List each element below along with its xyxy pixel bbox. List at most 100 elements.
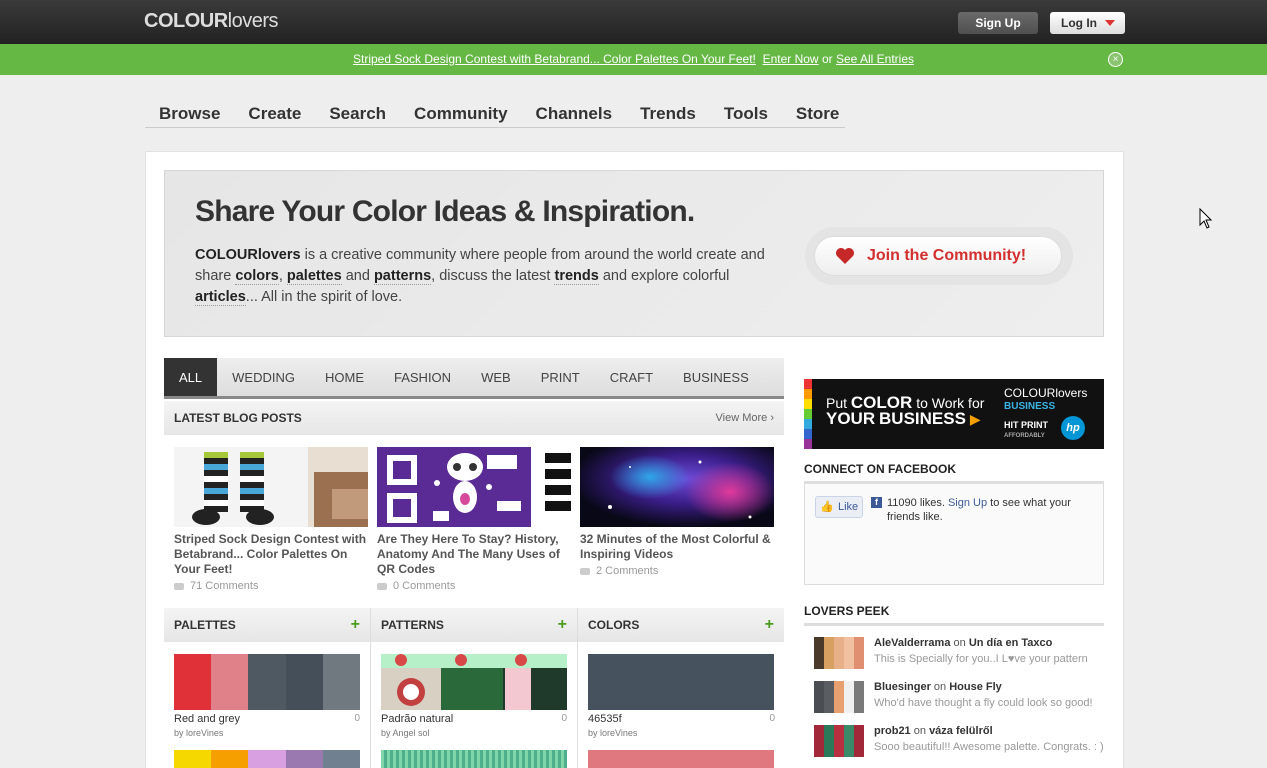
blog-comments[interactable]: 2 Comments bbox=[580, 565, 774, 577]
articles-link[interactable]: articles bbox=[195, 289, 246, 306]
blog-post[interactable]: Striped Sock Design Contest with Betabra… bbox=[174, 447, 368, 592]
facebook-signup-link[interactable]: Sign Up bbox=[948, 497, 987, 509]
pattern-author[interactable]: by Angel sol bbox=[381, 728, 430, 738]
peek-user[interactable]: prob21 on váza felülről bbox=[874, 725, 993, 737]
chevron-down-icon bbox=[1105, 20, 1115, 26]
see-all-entries-link[interactable]: See All Entries bbox=[836, 52, 914, 66]
blog-title[interactable]: 32 Minutes of the Most Colorful & Inspir… bbox=[580, 532, 774, 562]
trends-link[interactable]: trends bbox=[554, 268, 599, 285]
facebook-like-button[interactable]: Like bbox=[815, 496, 863, 518]
color-swatch[interactable] bbox=[588, 654, 774, 710]
tab-wedding[interactable]: WEDDING bbox=[217, 358, 310, 396]
add-color-icon[interactable]: + bbox=[765, 608, 774, 642]
tab-print[interactable]: PRINT bbox=[526, 358, 595, 396]
pattern-swatch-next[interactable] bbox=[381, 750, 567, 768]
patterns-heading: PATTERNS + bbox=[371, 608, 577, 642]
join-wrap: Join the Community! bbox=[805, 227, 1073, 285]
palettes-heading: PALETTES + bbox=[164, 608, 370, 642]
tab-business[interactable]: BUSINESS bbox=[668, 358, 764, 396]
blog-post[interactable]: 32 Minutes of the Most Colorful & Inspir… bbox=[580, 447, 774, 577]
blog-comments[interactable]: 71 Comments bbox=[174, 580, 368, 592]
view-more-link[interactable]: View More › bbox=[716, 401, 774, 435]
palette-swatch-next[interactable] bbox=[174, 750, 361, 768]
peek-thumbnail[interactable] bbox=[814, 637, 864, 669]
heart-icon bbox=[836, 248, 854, 264]
colors-heading: COLORS + bbox=[578, 608, 784, 642]
tab-fashion[interactable]: FASHION bbox=[379, 358, 466, 396]
blog-heading: LATEST BLOG POSTS View More › bbox=[164, 401, 784, 435]
nav-store[interactable]: Store bbox=[782, 100, 853, 127]
peek-thumbnail[interactable] bbox=[814, 681, 864, 713]
comment-count: 0 bbox=[354, 713, 360, 724]
patterns-link[interactable]: patterns bbox=[373, 268, 432, 285]
comment-count: 0 bbox=[561, 713, 567, 724]
facebook-heading: CONNECT ON FACEBOOK bbox=[804, 462, 957, 476]
blog-comments[interactable]: 0 Comments bbox=[377, 580, 571, 592]
peek-message: Sooo beautiful!! Awesome palette. Congra… bbox=[874, 741, 1104, 753]
color-name[interactable]: 46535f bbox=[588, 713, 622, 725]
ad-brand: COLOURlovers BUSINESS bbox=[1004, 386, 1088, 412]
blog-thumbnail[interactable] bbox=[580, 447, 774, 527]
sign-up-button[interactable]: Sign Up bbox=[958, 12, 1038, 34]
peek-item[interactable]: prob21 on váza felülről Sooo beautiful!!… bbox=[814, 725, 1104, 761]
business-ad-banner[interactable]: Put COLOR to Work for YOUR BUSINESS ▶ COL… bbox=[804, 379, 1104, 449]
tab-web[interactable]: WEB bbox=[466, 358, 526, 396]
hero: Share Your Color Ideas & Inspiration. CO… bbox=[164, 170, 1104, 337]
peek-item[interactable]: Bluesinger on House Fly Who'd have thoug… bbox=[814, 681, 1104, 717]
blog-thumbnail[interactable] bbox=[174, 447, 368, 527]
nav-tools[interactable]: Tools bbox=[710, 100, 782, 127]
promo-banner: Striped Sock Design Contest with Betabra… bbox=[0, 44, 1267, 75]
nav-create[interactable]: Create bbox=[234, 100, 315, 127]
hp-logo: hp bbox=[1061, 416, 1085, 440]
palette-author[interactable]: by loreVines bbox=[174, 728, 223, 738]
tab-all[interactable]: ALL bbox=[164, 358, 218, 396]
comment-count: 0 bbox=[769, 713, 775, 724]
pattern-name[interactable]: Padrão natural bbox=[381, 713, 453, 725]
nav-channels[interactable]: Channels bbox=[522, 100, 627, 127]
palette-swatch[interactable] bbox=[174, 654, 361, 710]
facebook-text: 11090 likes. Sign Up to see what your fr… bbox=[887, 497, 1071, 523]
ad-headline: Put COLOR to Work for YOUR BUSINESS ▶ bbox=[826, 393, 985, 428]
promo-or: or bbox=[821, 52, 833, 66]
peek-user[interactable]: Bluesinger on House Fly bbox=[874, 681, 1002, 693]
nav-search[interactable]: Search bbox=[315, 100, 400, 127]
nav-community[interactable]: Community bbox=[400, 100, 522, 127]
blog-title[interactable]: Striped Sock Design Contest with Betabra… bbox=[174, 532, 368, 577]
ad-tagline: HIT PRINT AFFORDABLY bbox=[1004, 420, 1048, 440]
facebook-icon: f bbox=[871, 497, 882, 508]
enter-now-link[interactable]: Enter Now bbox=[763, 52, 819, 66]
colors-link[interactable]: colors bbox=[235, 268, 279, 285]
color-swatch-next[interactable] bbox=[588, 750, 774, 768]
nav-browse[interactable]: Browse bbox=[145, 100, 234, 127]
top-bar: COLOURlovers Sign Up Log In bbox=[0, 0, 1267, 44]
tab-craft[interactable]: CRAFT bbox=[595, 358, 668, 396]
log-in-button[interactable]: Log In bbox=[1050, 12, 1125, 34]
tab-home[interactable]: HOME bbox=[310, 358, 379, 396]
main-nav: Browse Create Search Community Channels … bbox=[145, 100, 845, 128]
add-pattern-icon[interactable]: + bbox=[558, 608, 567, 642]
lovers-peek: AleValderrama on Un día en Taxco This is… bbox=[804, 623, 1104, 768]
logo[interactable]: COLOURlovers bbox=[144, 10, 279, 33]
color-author[interactable]: by loreVines bbox=[588, 728, 637, 738]
peek-message: Who'd have thought a fly could look so g… bbox=[874, 697, 1093, 709]
hero-title: Share Your Color Ideas & Inspiration. bbox=[195, 195, 695, 228]
palette-name[interactable]: Red and grey bbox=[174, 713, 240, 725]
nav-trends[interactable]: Trends bbox=[626, 100, 710, 127]
ad-color-stripe bbox=[804, 379, 812, 449]
add-palette-icon[interactable]: + bbox=[351, 608, 360, 642]
peek-user[interactable]: AleValderrama on Un día en Taxco bbox=[874, 637, 1052, 649]
blog-thumbnail[interactable] bbox=[377, 447, 571, 527]
palettes-column: PALETTES + Red and grey 0 by loreVines bbox=[164, 608, 371, 768]
hero-description: COLOURlovers is a creative community whe… bbox=[195, 247, 765, 306]
blog-post[interactable]: Are They Here To Stay? History, Anatomy … bbox=[377, 447, 571, 592]
close-icon[interactable]: × bbox=[1108, 52, 1123, 67]
colors-column: COLORS + 46535f 0 by loreVines bbox=[578, 608, 785, 768]
promo-link[interactable]: Striped Sock Design Contest with Betabra… bbox=[353, 52, 756, 66]
peek-item[interactable]: AleValderrama on Un día en Taxco This is… bbox=[814, 637, 1104, 673]
palettes-link[interactable]: palettes bbox=[286, 268, 342, 285]
join-community-button[interactable]: Join the Community! bbox=[814, 236, 1062, 276]
peek-thumbnail[interactable] bbox=[814, 725, 864, 757]
pattern-swatch[interactable] bbox=[381, 654, 567, 710]
blog-title[interactable]: Are They Here To Stay? History, Anatomy … bbox=[377, 532, 571, 577]
peek-message: This is Specially for you..I L♥ve your p… bbox=[874, 653, 1088, 665]
